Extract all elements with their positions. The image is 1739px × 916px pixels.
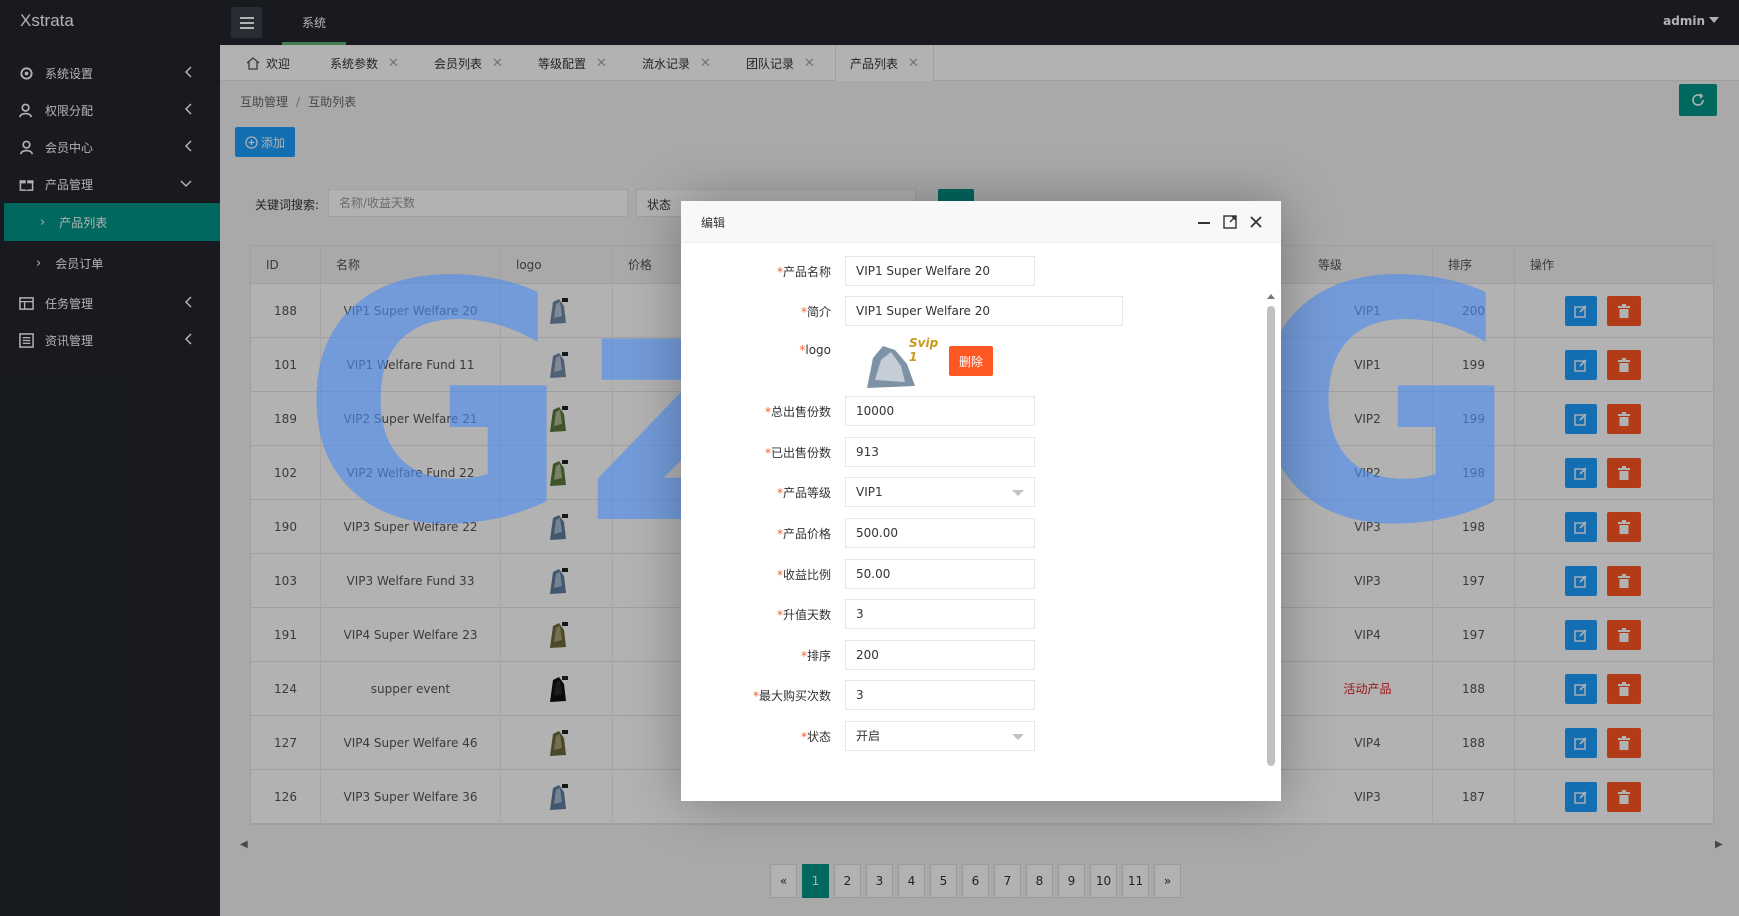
form-label: *产品等级 [776, 486, 831, 500]
form-input[interactable]: 913 [845, 437, 1035, 467]
form-label: *产品名称 [776, 265, 831, 279]
scroll-up-icon[interactable] [1267, 294, 1275, 299]
form-select[interactable]: VIP1 [845, 477, 1035, 507]
logo-preview: Svip 1 [861, 336, 949, 394]
form-input[interactable]: VIP1 Super Welfare 20 [845, 296, 1123, 326]
form-row: *logo Svip 1 删除 [681, 336, 1261, 394]
form-label: *升值天数 [776, 608, 831, 622]
form-row: *升值天数 3 [681, 599, 1261, 629]
form-row: *产品等级 VIP1 [681, 477, 1261, 507]
modal-title: 编辑 [701, 216, 726, 230]
close-icon[interactable] [1248, 214, 1264, 230]
form-label: *logo [799, 343, 831, 357]
logo-caption: Svip 1 [909, 336, 939, 364]
caret-down-icon [1012, 734, 1024, 740]
modal-body: *产品名称 VIP1 Super Welfare 20 *简介 VIP1 Super … [681, 244, 1281, 801]
scrollbar-thumb[interactable] [1267, 306, 1275, 766]
form-select[interactable]: 开启 [845, 721, 1035, 751]
form-label: *收益比例 [776, 568, 831, 582]
caret-down-icon [1012, 490, 1024, 496]
form-label: *状态 [800, 730, 831, 744]
form-label: *排序 [800, 649, 831, 663]
form-row: *排序 200 [681, 640, 1261, 670]
logo-delete-button[interactable]: 删除 [949, 346, 993, 376]
form-row: *产品价格 500.00 [681, 518, 1261, 548]
form-input[interactable]: VIP1 Super Welfare 20 [845, 256, 1035, 286]
form-input[interactable]: 3 [845, 680, 1035, 710]
form-row: *总出售份数 10000 [681, 396, 1261, 426]
maximize-icon[interactable] [1222, 214, 1238, 230]
form-label: *简介 [800, 305, 831, 319]
form-row: *已出售份数 913 [681, 437, 1261, 467]
form-label: *最大购买次数 [752, 689, 831, 703]
form-input[interactable]: 50.00 [845, 559, 1035, 589]
form-input[interactable]: 3 [845, 599, 1035, 629]
form-row: *状态 开启 [681, 721, 1261, 751]
form-label: *总出售份数 [764, 405, 831, 419]
minimize-icon[interactable] [1196, 214, 1212, 230]
form-row: *收益比例 50.00 [681, 559, 1261, 589]
modal-scrollbar[interactable] [1267, 294, 1275, 801]
form-label: *已出售份数 [764, 446, 831, 460]
modal-header: 编辑 [681, 201, 1281, 243]
form-input[interactable]: 500.00 [845, 518, 1035, 548]
form-row: *产品名称 VIP1 Super Welfare 20 [681, 256, 1261, 286]
form-row: *最大购买次数 3 [681, 680, 1261, 710]
edit-modal: 编辑 *产品名称 VIP1 Super Welfare 20 *简介 VIP1 Sup… [681, 201, 1281, 801]
form-label: *产品价格 [776, 527, 831, 541]
form-input[interactable]: 10000 [845, 396, 1035, 426]
form-input[interactable]: 200 [845, 640, 1035, 670]
form-row: *简介 VIP1 Super Welfare 20 [681, 296, 1261, 326]
